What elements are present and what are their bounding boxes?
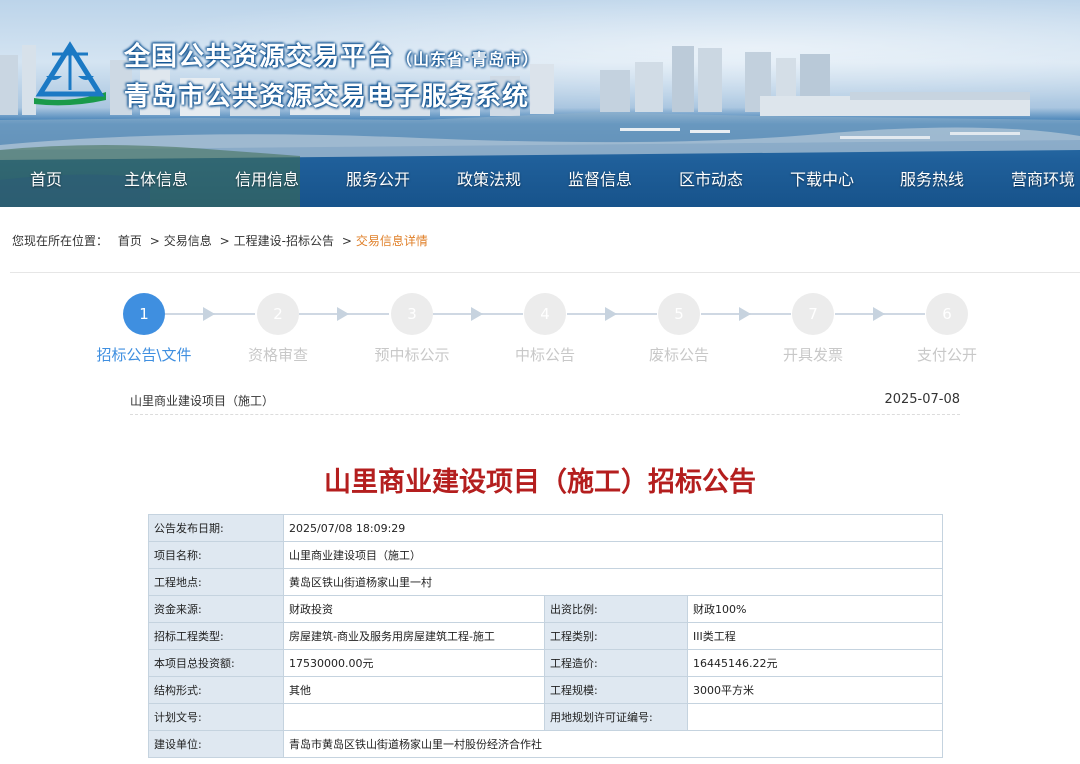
site-title-text: 全国公共资源交易平台 [124, 42, 395, 72]
step-2-circle[interactable]: 2 [257, 293, 299, 335]
step-6-circle[interactable]: 6 [926, 293, 968, 335]
structure-value: 其他 [283, 676, 545, 704]
notice-title: 山里商业建设项目（施工）招标公告 [324, 467, 756, 498]
project-header-row: 山里商业建设项目（施工） 2025-07-08 [130, 392, 960, 415]
land-permit-label: 用地规划许可证编号: [544, 703, 688, 731]
plan-doc-value [283, 703, 545, 731]
table-row: 计划文号: 用地规划许可证编号: [148, 703, 944, 731]
project-type-value: 房屋建筑-商业及服务用房屋建筑工程-施工 [283, 622, 545, 650]
nav-item-hotline[interactable]: 服务热线 [900, 166, 964, 190]
location-label: 工程地点: [148, 568, 284, 596]
step-4-label[interactable]: 中标公告 [475, 344, 615, 365]
step-7-label[interactable]: 开具发票 [743, 344, 883, 365]
breadcrumb-trade-info[interactable]: 交易信息 [164, 234, 212, 248]
total-investment-value: 17530000.00元 [283, 649, 545, 677]
project-name-label: 项目名称: [148, 541, 284, 569]
step-1-circle[interactable]: 1 [123, 293, 165, 335]
project-type-label: 招标工程类型: [148, 622, 284, 650]
step-3-label[interactable]: 预中标公示 [342, 344, 482, 365]
table-row: 公告发布日期: 2025/07/08 18:09:29 [148, 514, 944, 542]
site-subtitle: 青岛市公共资源交易电子服务系统 [124, 82, 530, 112]
nav-item-district-news[interactable]: 区市动态 [679, 166, 743, 190]
breadcrumb-prefix: 您现在所在位置： [12, 234, 109, 248]
nav-item-service-disclosure[interactable]: 服务公开 [346, 166, 410, 190]
project-name-value: 山里商业建设项目（施工） [282, 541, 944, 569]
breadcrumb-separator: > [341, 234, 352, 248]
step-3-circle[interactable]: 3 [391, 293, 433, 335]
arrow-right-icon [471, 307, 483, 321]
table-row: 项目名称: 山里商业建设项目（施工） [148, 541, 944, 569]
builder-value: 青岛市黄岛区铁山街道杨家山里一村股份经济合作社 [282, 730, 944, 758]
step-5-label[interactable]: 废标公告 [609, 344, 749, 365]
step-4-circle[interactable]: 4 [524, 293, 566, 335]
table-row: 本项目总投资额: 17530000.00元 工程造价: 16445146.22元 [148, 649, 944, 677]
breadcrumb-engineering-notice[interactable]: 工程建设-招标公告 [234, 234, 334, 248]
project-category-value: III类工程 [686, 622, 944, 650]
breadcrumb-separator: > [149, 234, 160, 248]
fund-ratio-label: 出资比例: [544, 595, 688, 623]
structure-label: 结构形式: [148, 676, 284, 704]
project-name: 山里商业建设项目（施工） [130, 394, 275, 408]
land-permit-value [686, 703, 944, 731]
nav-item-supervision[interactable]: 监督信息 [568, 166, 632, 190]
nav-item-policies[interactable]: 政策法规 [457, 166, 521, 190]
table-row: 资金来源: 财政投资 出资比例: 财政100% [148, 595, 944, 623]
scales-of-justice-logo [34, 41, 106, 106]
arrow-right-icon [605, 307, 617, 321]
publish-date-label: 公告发布日期: [148, 514, 284, 542]
arrow-right-icon [203, 307, 215, 321]
breadcrumb-current: 交易信息详情 [355, 234, 428, 248]
arrow-right-icon [873, 307, 885, 321]
site-title: 全国公共资源交易平台 （山东省·青岛市） [124, 36, 539, 73]
table-row: 工程地点: 黄岛区铁山街道杨家山里一村 [148, 568, 944, 596]
breadcrumb: 您现在所在位置： 首页 > 交易信息 > 工程建设-招标公告 > 交易信息详情 [12, 232, 428, 249]
table-row: 建设单位: 青岛市黄岛区铁山街道杨家山里一村股份经济合作社 [148, 730, 944, 758]
breadcrumb-home[interactable]: 首页 [118, 234, 142, 248]
divider [10, 272, 1080, 273]
project-category-label: 工程类别: [544, 622, 688, 650]
arrow-right-icon [739, 307, 751, 321]
total-investment-label: 本项目总投资额: [148, 649, 284, 677]
step-2-label[interactable]: 资格审查 [208, 344, 348, 365]
arrow-right-icon [337, 307, 349, 321]
step-7-circle[interactable]: 7 [792, 293, 834, 335]
scale-label: 工程规模: [544, 676, 688, 704]
plan-doc-label: 计划文号: [148, 703, 284, 731]
publish-date-value: 2025/07/08 18:09:29 [282, 514, 944, 542]
nav-item-entity-info[interactable]: 主体信息 [124, 166, 188, 190]
project-cost-label: 工程造价: [544, 649, 688, 677]
builder-label: 建设单位: [148, 730, 284, 758]
step-6-label[interactable]: 支付公开 [877, 344, 1017, 365]
process-steps: 1 招标公告\文件 2 资格审查 3 预中标公示 4 中标公告 5 废标公告 7… [0, 292, 1080, 372]
fund-source-label: 资金来源: [148, 595, 284, 623]
fund-source-value: 财政投资 [283, 595, 545, 623]
project-info-table: 公告发布日期: 2025/07/08 18:09:29 项目名称: 山里商业建设… [148, 514, 944, 758]
fund-ratio-value: 财政100% [686, 595, 944, 623]
header-banner: 全国公共资源交易平台 （山东省·青岛市） 青岛市公共资源交易电子服务系统 首页 主… [0, 0, 1080, 207]
nav-item-business-env[interactable]: 营商环境 [1011, 166, 1075, 190]
table-row: 招标工程类型: 房屋建筑-商业及服务用房屋建筑工程-施工 工程类别: III类工… [148, 622, 944, 650]
nav-item-home[interactable]: 首页 [30, 166, 62, 190]
main-nav: 首页 主体信息 信用信息 服务公开 政策法规 监督信息 区市动态 下载中心 服务… [0, 166, 1080, 198]
breadcrumb-separator: > [219, 234, 230, 248]
step-5-circle[interactable]: 5 [658, 293, 700, 335]
nav-item-credit-info[interactable]: 信用信息 [235, 166, 299, 190]
site-title-region: （山东省·青岛市） [396, 50, 540, 69]
table-row: 结构形式: 其他 工程规模: 3000平方米 [148, 676, 944, 704]
step-1-label[interactable]: 招标公告\文件 [74, 344, 214, 365]
scale-value: 3000平方米 [686, 676, 944, 704]
project-date: 2025-07-08 [884, 392, 960, 407]
location-value: 黄岛区铁山街道杨家山里一村 [282, 568, 944, 596]
project-cost-value: 16445146.22元 [686, 649, 944, 677]
nav-item-downloads[interactable]: 下载中心 [790, 166, 854, 190]
